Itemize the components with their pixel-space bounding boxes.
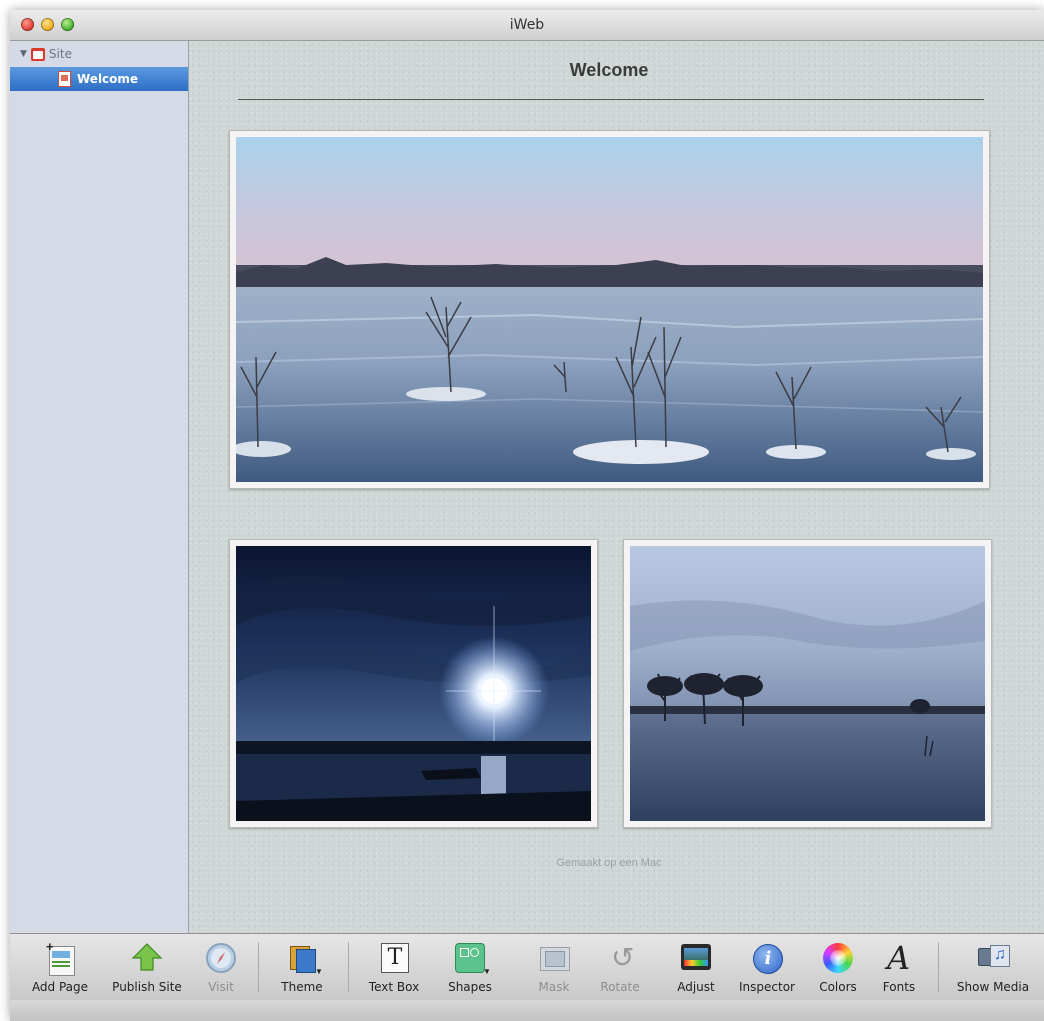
fonts-icon: A [887,939,911,977]
window-title: iWeb [509,17,545,33]
rotate-icon: ↺ [611,941,635,974]
mask-button[interactable]: Mask [530,940,578,994]
inspector-label: Inspector [739,980,795,994]
media-icon: ♫ [975,940,1011,976]
adjust-button[interactable]: Adjust [670,940,722,994]
fonts-label: Fonts [882,980,916,994]
photo-image [630,546,985,821]
sidebar-item-site[interactable]: ▼ Site [20,45,72,63]
inspector-button[interactable]: i Inspector [734,940,800,994]
theme-icon: ▼ [284,940,323,976]
shapes-button[interactable]: ▼ Shapes [440,940,500,994]
theme-label: Theme [281,980,323,994]
visit-button[interactable]: Visit [198,940,244,994]
color-wheel-icon [820,940,856,976]
sidebar-item-welcome[interactable]: Welcome [10,67,188,91]
site-icon [30,47,45,61]
visit-label: Visit [208,980,234,994]
show-media-label: Show Media [956,980,1030,994]
publish-arrow-icon [129,940,165,976]
show-media-button[interactable]: ♫ Show Media [952,940,1034,994]
colors-label: Colors [819,980,857,994]
page-title[interactable]: Welcome [229,60,989,81]
toolbar-separator [258,942,259,992]
made-on-mac-badge: Gemaakt op een Mac [534,856,684,869]
sidebar-item-label: Welcome [77,72,139,86]
photo-flooded-landscape[interactable] [229,130,990,489]
toolbar-separator [348,942,349,992]
toolbar-separator [938,942,939,992]
page-icon [58,71,71,87]
shapes-icon: ▼ [452,940,491,976]
add-page-button[interactable]: + Add Page [28,940,92,994]
title-divider [238,99,984,100]
photo-image [236,137,983,482]
mask-icon [536,940,572,976]
text-box-icon: T [376,940,412,976]
page-canvas[interactable]: Welcome Gemaakt op een Mac [189,41,1044,933]
disclosure-triangle-icon[interactable]: ▼ [20,49,27,59]
mask-label: Mask [538,980,570,994]
made-on-mac-text: Gemaakt op een Mac [556,857,662,869]
publish-site-label: Publish Site [112,980,182,994]
adjust-label: Adjust [677,980,715,994]
text-box-button[interactable]: T Text Box [362,940,426,994]
photo-night-sun[interactable] [229,539,598,828]
adjust-icon [678,940,714,976]
sidebar-item-label: Site [48,47,72,61]
site-sidebar: ▼ Site Welcome [10,41,189,933]
publish-site-button[interactable]: Publish Site [108,940,186,994]
rotate-button[interactable]: ↺ Rotate [592,940,648,995]
colors-button[interactable]: Colors [812,940,864,994]
status-bar [10,1000,1044,1021]
shapes-label: Shapes [448,980,492,994]
add-page-label: Add Page [31,980,89,994]
fonts-button[interactable]: A Fonts [876,940,922,994]
text-box-label: Text Box [368,980,420,994]
add-page-icon: + [42,940,78,976]
photo-image [236,546,591,821]
title-bar: iWeb [10,10,1044,41]
info-icon: i [749,940,785,976]
compass-icon [203,940,239,976]
iweb-window: iWeb ▼ Site Welcome Welcome Gemaakt op e… [10,10,1044,1021]
theme-button[interactable]: ▼ Theme [272,940,332,994]
photo-flooded-trees[interactable] [623,539,992,828]
rotate-label: Rotate [600,980,640,994]
bottom-toolbar: + Add Page Publish Site Visit ▼ Theme T … [10,933,1044,1001]
